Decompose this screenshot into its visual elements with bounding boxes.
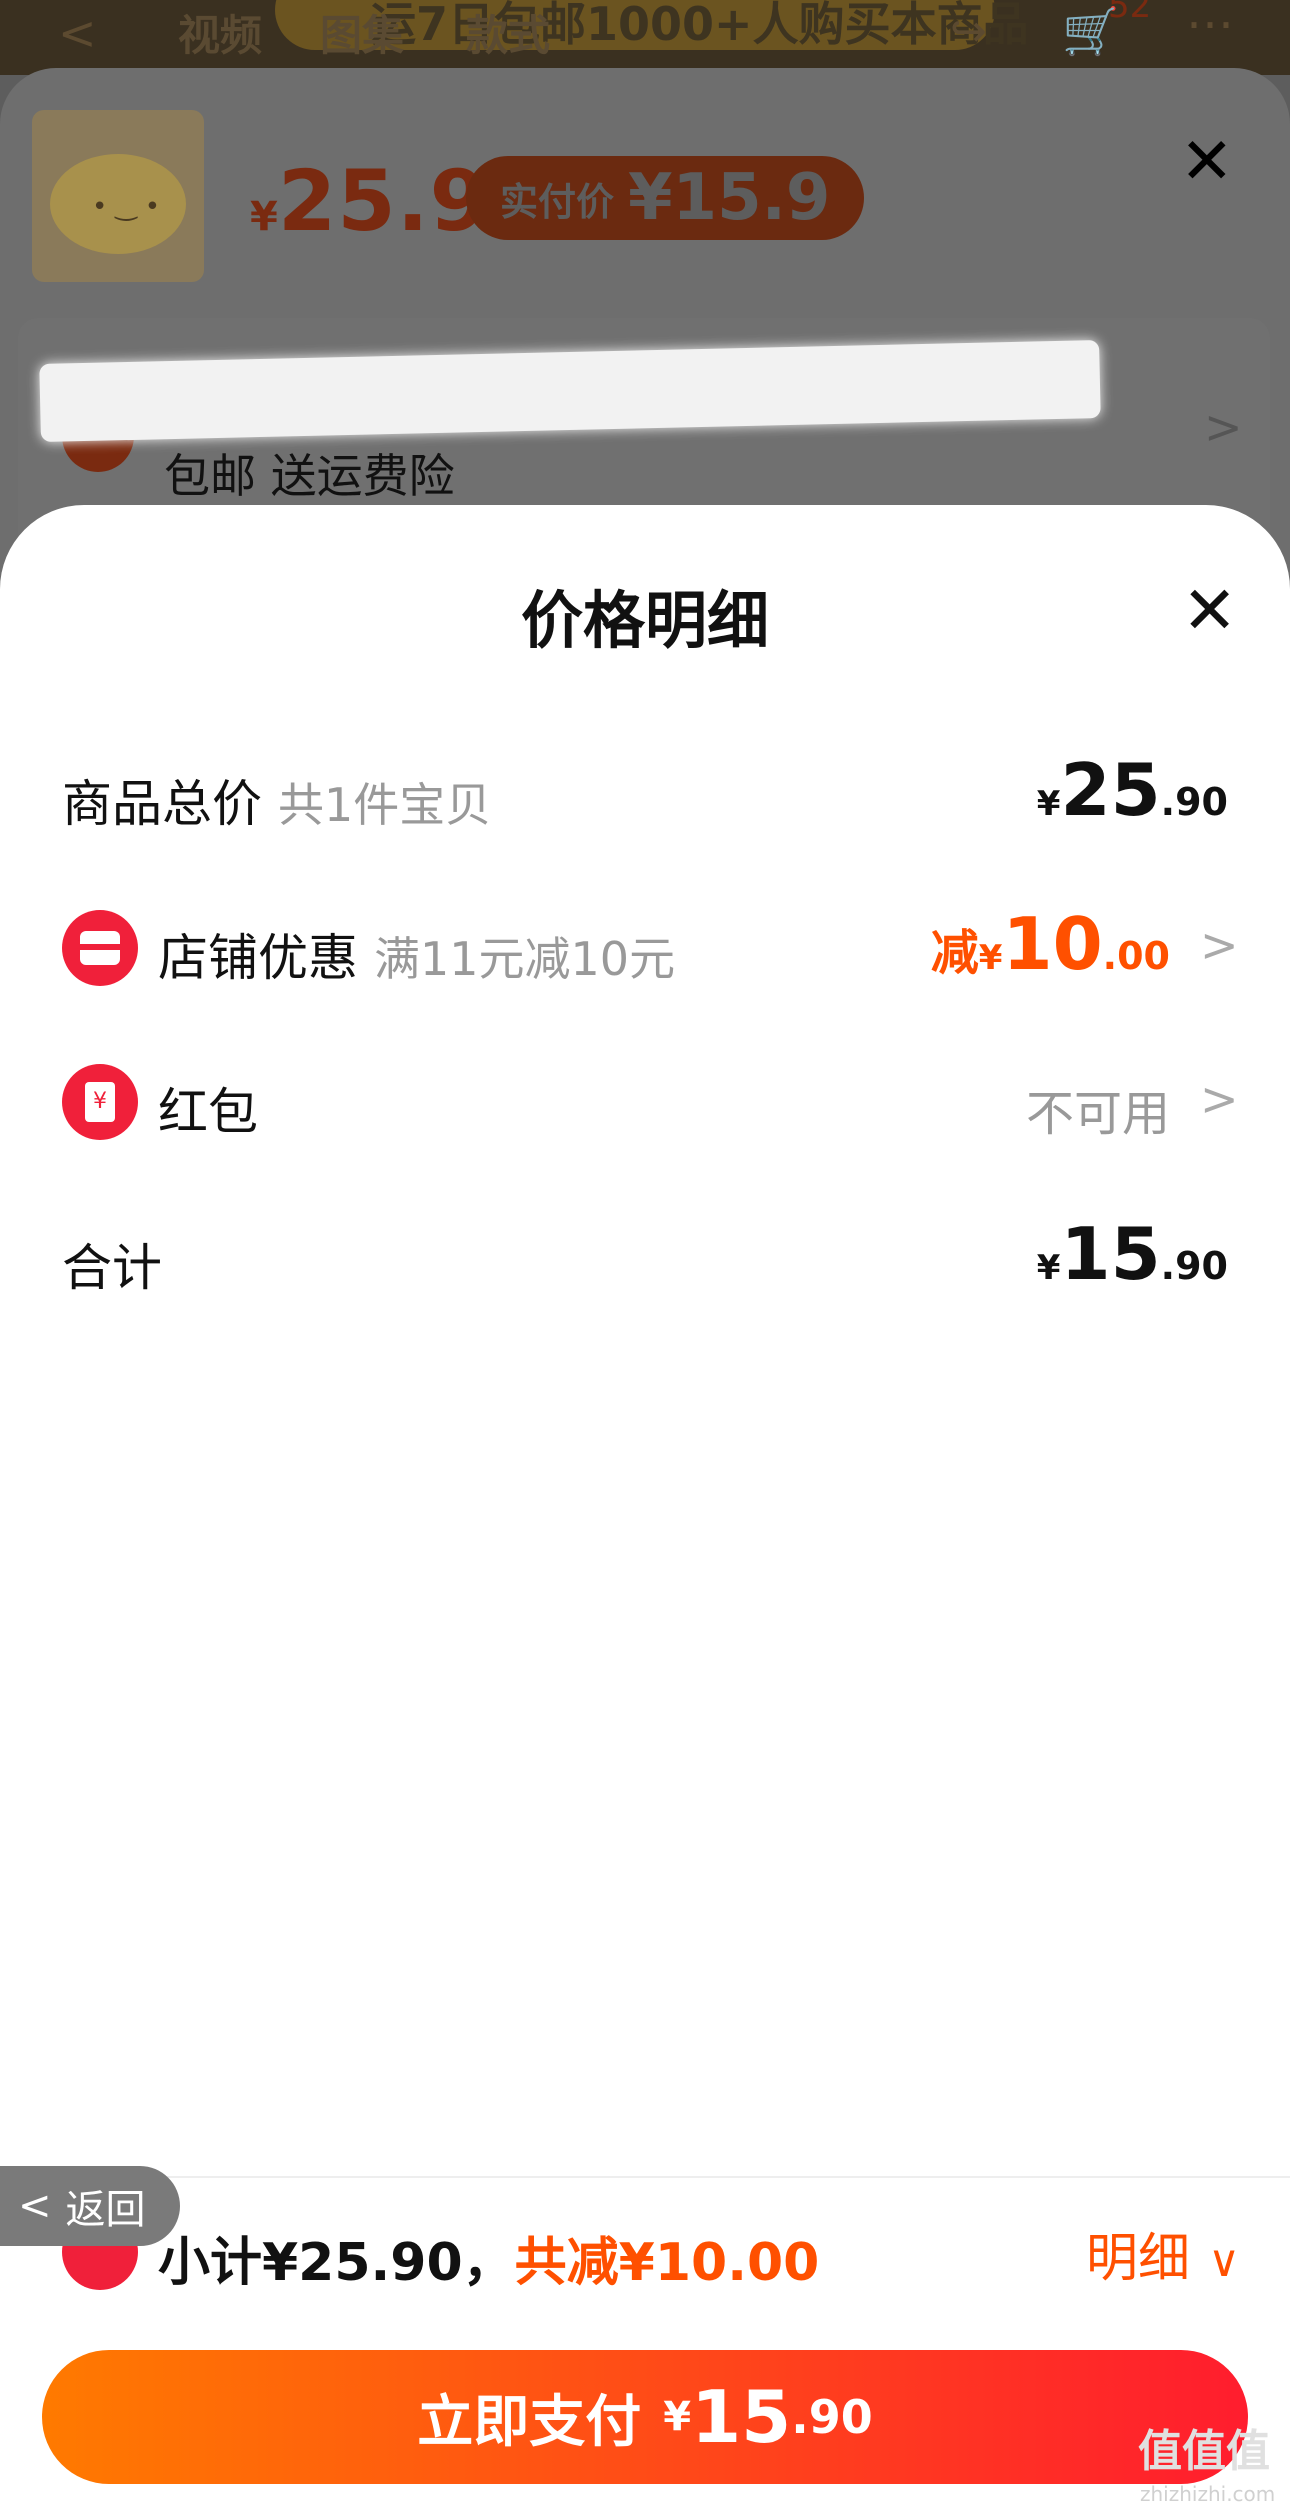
- sku-price: ¥25.9: [250, 152, 489, 250]
- shop-icon: [62, 910, 138, 986]
- shop-discount-label: 店铺优惠: [158, 929, 358, 987]
- pay-int: 15: [691, 2375, 792, 2459]
- footer-divider: [0, 2176, 1290, 2178]
- product-face-icon: • ‿ •: [92, 192, 161, 222]
- sku-pay-value: ¥15.9: [628, 161, 831, 235]
- detail-toggle[interactable]: 明细 ∨: [1086, 2216, 1240, 2291]
- total-int: 25: [1060, 748, 1161, 832]
- tab-style[interactable]: 款式: [466, 2, 550, 63]
- chevron-right-icon[interactable]: >: [1200, 1072, 1239, 1126]
- tab-video[interactable]: 视频: [178, 2, 262, 63]
- chevron-down-icon: ∨: [1208, 2236, 1241, 2287]
- subtotal-text: 小计¥25.90，: [158, 2233, 515, 2293]
- more-icon[interactable]: ⋯: [1186, 0, 1234, 52]
- share-icon[interactable]: ↪: [950, 6, 987, 57]
- sku-price-currency: ¥: [250, 194, 278, 240]
- red-packet-label: 红包: [158, 1083, 258, 1141]
- sku-close-icon[interactable]: ✕: [1180, 130, 1234, 194]
- tab-gallery[interactable]: 图集: [320, 2, 404, 63]
- total-count: 共1件宝贝: [278, 778, 492, 832]
- shop-discount-amount[interactable]: 减¥10.00: [931, 902, 1170, 986]
- subtotal: 小计¥25.90，共减¥10.00: [158, 2220, 819, 2295]
- sum-label: 合计: [62, 1239, 162, 1297]
- shop-discount-int: 10: [1002, 902, 1103, 986]
- back-icon[interactable]: <: [58, 6, 97, 60]
- product-thumbnail: • ‿ •: [32, 110, 204, 282]
- sku-pay-label: 实付价: [500, 179, 615, 224]
- chevron-right-icon: >: [1204, 400, 1243, 454]
- chevron-right-icon[interactable]: >: [1200, 918, 1239, 972]
- sum-price: ¥15.90: [1037, 1212, 1228, 1296]
- detail-label: 明细: [1086, 2229, 1191, 2289]
- shop-discount-currency: ¥: [978, 938, 1003, 978]
- cart-badge: 52: [1108, 0, 1152, 26]
- total-label: 商品总价: [62, 775, 262, 833]
- red-packet-icon: ¥: [62, 1064, 138, 1140]
- sheet-title: 价格明细: [520, 584, 769, 657]
- red-packet-status[interactable]: 不可用: [1026, 1074, 1170, 1144]
- shop-discount-rule: 满11元减10元: [374, 932, 676, 986]
- chevron-left-icon: <: [18, 2183, 52, 2229]
- shipping-text: 包邮 送运费险: [164, 449, 455, 503]
- pay-dec: .90: [791, 2390, 873, 2444]
- pay-currency: ¥: [663, 2394, 692, 2440]
- sum-dec: .90: [1160, 1244, 1228, 1288]
- pay-label: 立即支付: [417, 2389, 642, 2455]
- back-button[interactable]: < 返回: [0, 2166, 180, 2246]
- sum-int: 15: [1060, 1212, 1161, 1296]
- row-shop-discount[interactable]: 店铺优惠 满11元减10元: [158, 918, 675, 990]
- pay-now-button[interactable]: 立即支付 ¥15.90: [42, 2350, 1248, 2484]
- row-total: 商品总价 共1件宝贝: [62, 764, 491, 836]
- sum-currency: ¥: [1036, 1248, 1061, 1288]
- reduce-text: 共减¥10.00: [514, 2233, 820, 2293]
- watermark: 值值值: [1138, 2426, 1270, 2477]
- total-currency: ¥: [1036, 784, 1061, 824]
- total-price: ¥25.90: [1037, 748, 1228, 832]
- shop-discount-dec: .00: [1102, 934, 1170, 978]
- close-icon[interactable]: ✕: [1182, 578, 1237, 644]
- top-bar: < 视频 运7日包邮1000+人购买本商品 图集 款式 ↪ 🛒 52 ⋯: [0, 0, 1290, 75]
- yen-icon: ¥: [85, 1082, 115, 1122]
- back-label: 返回: [65, 2187, 146, 2233]
- total-dec: .90: [1160, 780, 1228, 824]
- shop-discount-prefix: 减: [930, 925, 979, 981]
- sku-pay-badge: 实付价 ¥15.9: [466, 156, 865, 240]
- sku-price-value: 25.9: [277, 152, 490, 250]
- watermark-url: zhizhizhi.com: [1140, 2482, 1276, 2506]
